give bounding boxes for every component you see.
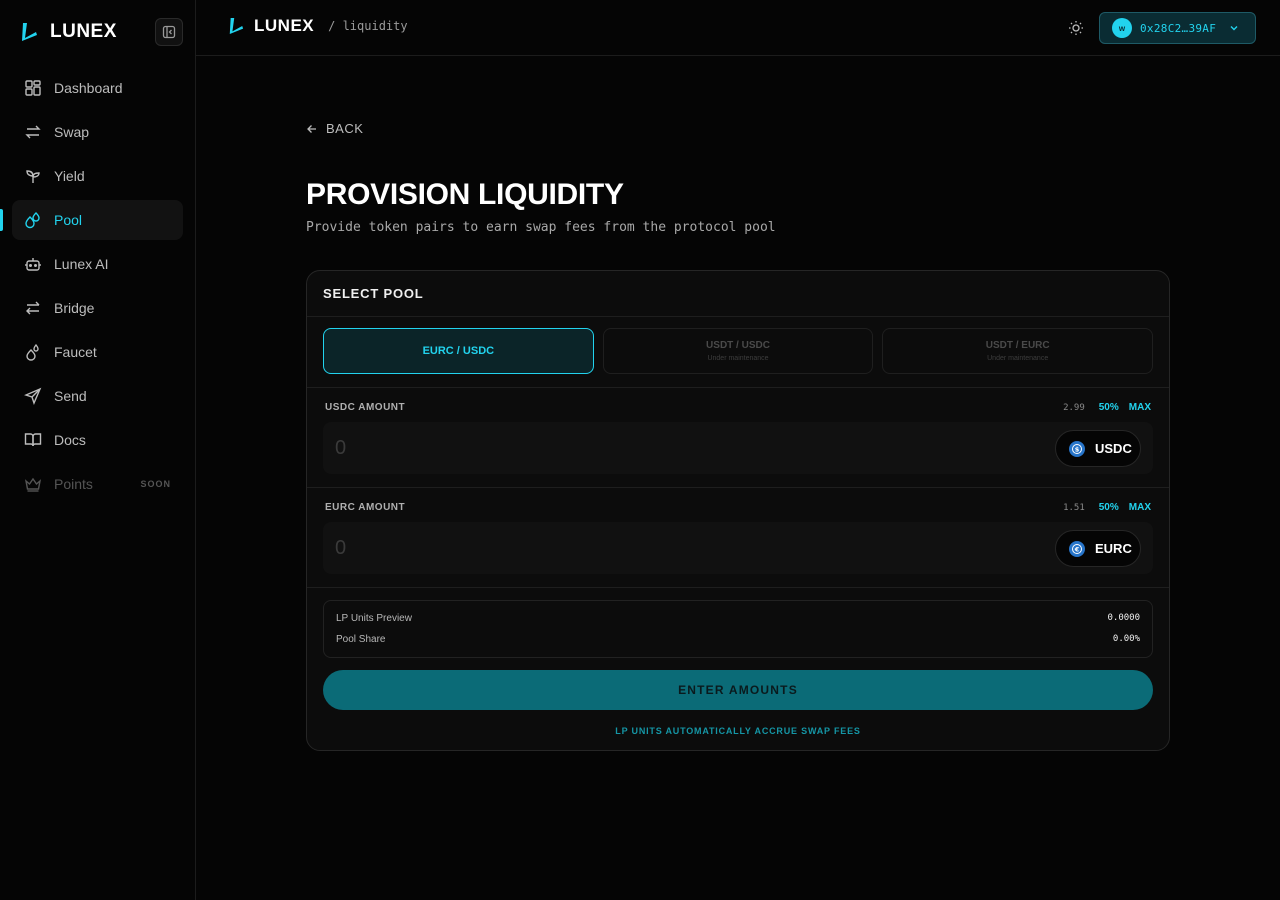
- liquidity-card: SELECT POOL EURC / USDC USDT / USDC Unde…: [306, 270, 1170, 751]
- pool-selector: EURC / USDC USDT / USDC Under maintenanc…: [307, 317, 1169, 388]
- send-icon: [24, 387, 42, 405]
- eurc-amount-section: EURC AMOUNT 1.51 50% MAX € EURC: [307, 488, 1169, 588]
- sidebar-item-label: Lunex AI: [54, 256, 109, 272]
- usdc-token-selector[interactable]: $ USDC: [1055, 430, 1141, 467]
- back-button[interactable]: BACK: [306, 121, 363, 136]
- lunex-logo-icon: [20, 22, 38, 42]
- eurc-half-button[interactable]: 50%: [1099, 502, 1119, 513]
- usdc-max-button[interactable]: MAX: [1129, 402, 1151, 413]
- lp-units-row: LP Units Preview 0.0000: [336, 613, 1140, 624]
- swap-icon: [25, 125, 41, 139]
- eurc-token-icon: €: [1069, 540, 1085, 557]
- sidebar-item-lunex-ai[interactable]: Lunex AI: [12, 244, 183, 284]
- select-pool-heading: SELECT POOL: [307, 271, 1169, 317]
- page-subtitle: Provide token pairs to earn swap fees fr…: [306, 220, 776, 235]
- eurc-quick-actions: 1.51 50% MAX: [1063, 502, 1151, 513]
- pool-status: Under maintenance: [707, 355, 769, 362]
- sidebar-item-bridge[interactable]: Bridge: [12, 288, 183, 328]
- pool-option-usdt-usdc[interactable]: USDT / USDC Under maintenance: [602, 328, 874, 374]
- crown-icon: [24, 477, 42, 492]
- faucet-icon: [26, 343, 39, 361]
- lp-fees-footnote: LP UNITS AUTOMATICALLY ACCRUE SWAP FEES: [615, 726, 861, 736]
- bot-icon: [25, 258, 41, 271]
- sidebar-item-label: Docs: [54, 432, 86, 448]
- usdc-input-box: $ USDC: [323, 422, 1153, 474]
- usdc-balance: 2.99: [1063, 402, 1085, 413]
- sidebar-item-label: Pool: [54, 212, 83, 228]
- pool-share-value: 0.00%: [1112, 634, 1140, 644]
- dashboard-icon: [25, 80, 41, 96]
- header-brand-name: LUNEX: [254, 16, 315, 35]
- sidebar-item-label: Yield: [54, 168, 85, 184]
- theme-toggle-button[interactable]: [1066, 18, 1086, 38]
- pool-name: EURC / USDC: [422, 345, 495, 357]
- eurc-balance: 1.51: [1063, 502, 1085, 513]
- usdc-half-button[interactable]: 50%: [1099, 402, 1119, 413]
- collapse-sidebar-button[interactable]: [155, 18, 183, 46]
- usdc-token-icon: $: [1069, 440, 1085, 457]
- back-label: BACK: [326, 121, 364, 136]
- bridge-icon: [26, 301, 40, 315]
- sidebar-item-label: Send: [54, 388, 87, 404]
- sidebar-item-label: Bridge: [54, 300, 95, 316]
- page-title: PROVISION LIQUIDITY: [306, 178, 624, 211]
- pool-option-eurc-usdc[interactable]: EURC / USDC: [323, 328, 594, 374]
- sidebar-nav: Dashboard Swap Yield Pool Lunex AI Bridg…: [0, 68, 183, 508]
- pool-share-label: Pool Share: [336, 634, 386, 645]
- top-bar: LUNEX / liquidity w 0x28C2…39AF: [196, 0, 1280, 56]
- usdc-amount-input[interactable]: [335, 434, 935, 462]
- pool-name: USDT / USDC: [706, 340, 770, 351]
- sidebar-item-label: Points: [54, 476, 93, 492]
- pool-name: USDT / EURC: [985, 340, 1050, 351]
- sidebar-item-yield[interactable]: Yield: [12, 156, 183, 196]
- eurc-input-box: € EURC: [323, 522, 1153, 574]
- pool-status: Under maintenance: [987, 355, 1049, 362]
- sidebar-item-swap[interactable]: Swap: [12, 112, 183, 152]
- eurc-token-symbol: EURC: [1095, 541, 1132, 556]
- brand[interactable]: LUNEX: [20, 18, 117, 46]
- sprout-icon: [26, 170, 40, 183]
- lp-units-label: LP Units Preview: [336, 613, 412, 624]
- chevron-down-icon: [1230, 26, 1238, 31]
- brand-name: LUNEX: [50, 21, 117, 42]
- sidebar-item-dashboard[interactable]: Dashboard: [12, 68, 183, 108]
- lp-preview-panel: LP Units Preview 0.0000 Pool Share 0.00%: [323, 600, 1153, 658]
- arrow-left-icon: [307, 124, 316, 133]
- sun-icon: [1069, 21, 1083, 35]
- usdc-amount-section: USDC AMOUNT 2.99 50% MAX $ USDC: [307, 388, 1169, 488]
- lp-units-value: 0.0000: [1107, 613, 1140, 623]
- breadcrumb: / liquidity: [328, 19, 408, 33]
- svg-text:$: $: [1075, 445, 1080, 453]
- sidebar-item-label: Faucet: [54, 344, 97, 360]
- svg-text:€: €: [1074, 545, 1080, 553]
- eurc-amount-label: EURC AMOUNT: [325, 502, 406, 513]
- usdc-quick-actions: 2.99 50% MAX: [1063, 402, 1151, 413]
- wallet-button[interactable]: w 0x28C2…39AF: [1099, 12, 1256, 44]
- sidebar-item-label: Swap: [54, 124, 90, 140]
- droplets-icon: [25, 212, 40, 229]
- usdc-token-symbol: USDC: [1095, 441, 1132, 456]
- sidebar-item-send[interactable]: Send: [12, 376, 183, 416]
- wallet-avatar-icon: w: [1112, 18, 1132, 38]
- pool-share-row: Pool Share 0.00%: [336, 634, 1140, 645]
- lunex-logo-icon: [228, 17, 244, 35]
- wallet-address: 0x28C2…39AF: [1140, 21, 1217, 35]
- sidebar: LUNEX Dashboard Swap Yield Pool Lunex AI…: [0, 0, 196, 900]
- usdc-amount-label: USDC AMOUNT: [325, 402, 406, 413]
- sidebar-item-points: Points SOON: [12, 464, 183, 504]
- sidebar-item-docs[interactable]: Docs: [12, 420, 183, 460]
- eurc-amount-input[interactable]: [335, 534, 935, 562]
- eurc-token-selector[interactable]: € EURC: [1055, 530, 1141, 567]
- header-brand[interactable]: LUNEX / liquidity: [228, 16, 408, 36]
- enter-amounts-button[interactable]: ENTER AMOUNTS: [323, 670, 1153, 710]
- panel-left-icon: [162, 25, 176, 39]
- eurc-max-button[interactable]: MAX: [1129, 502, 1151, 513]
- pool-option-usdt-eurc[interactable]: USDT / EURC Under maintenance: [882, 328, 1154, 374]
- soon-badge: SOON: [140, 479, 171, 489]
- sidebar-item-pool[interactable]: Pool: [0, 200, 183, 240]
- sidebar-item-faucet[interactable]: Faucet: [12, 332, 183, 372]
- book-icon: [24, 433, 42, 447]
- sidebar-item-label: Dashboard: [54, 80, 123, 96]
